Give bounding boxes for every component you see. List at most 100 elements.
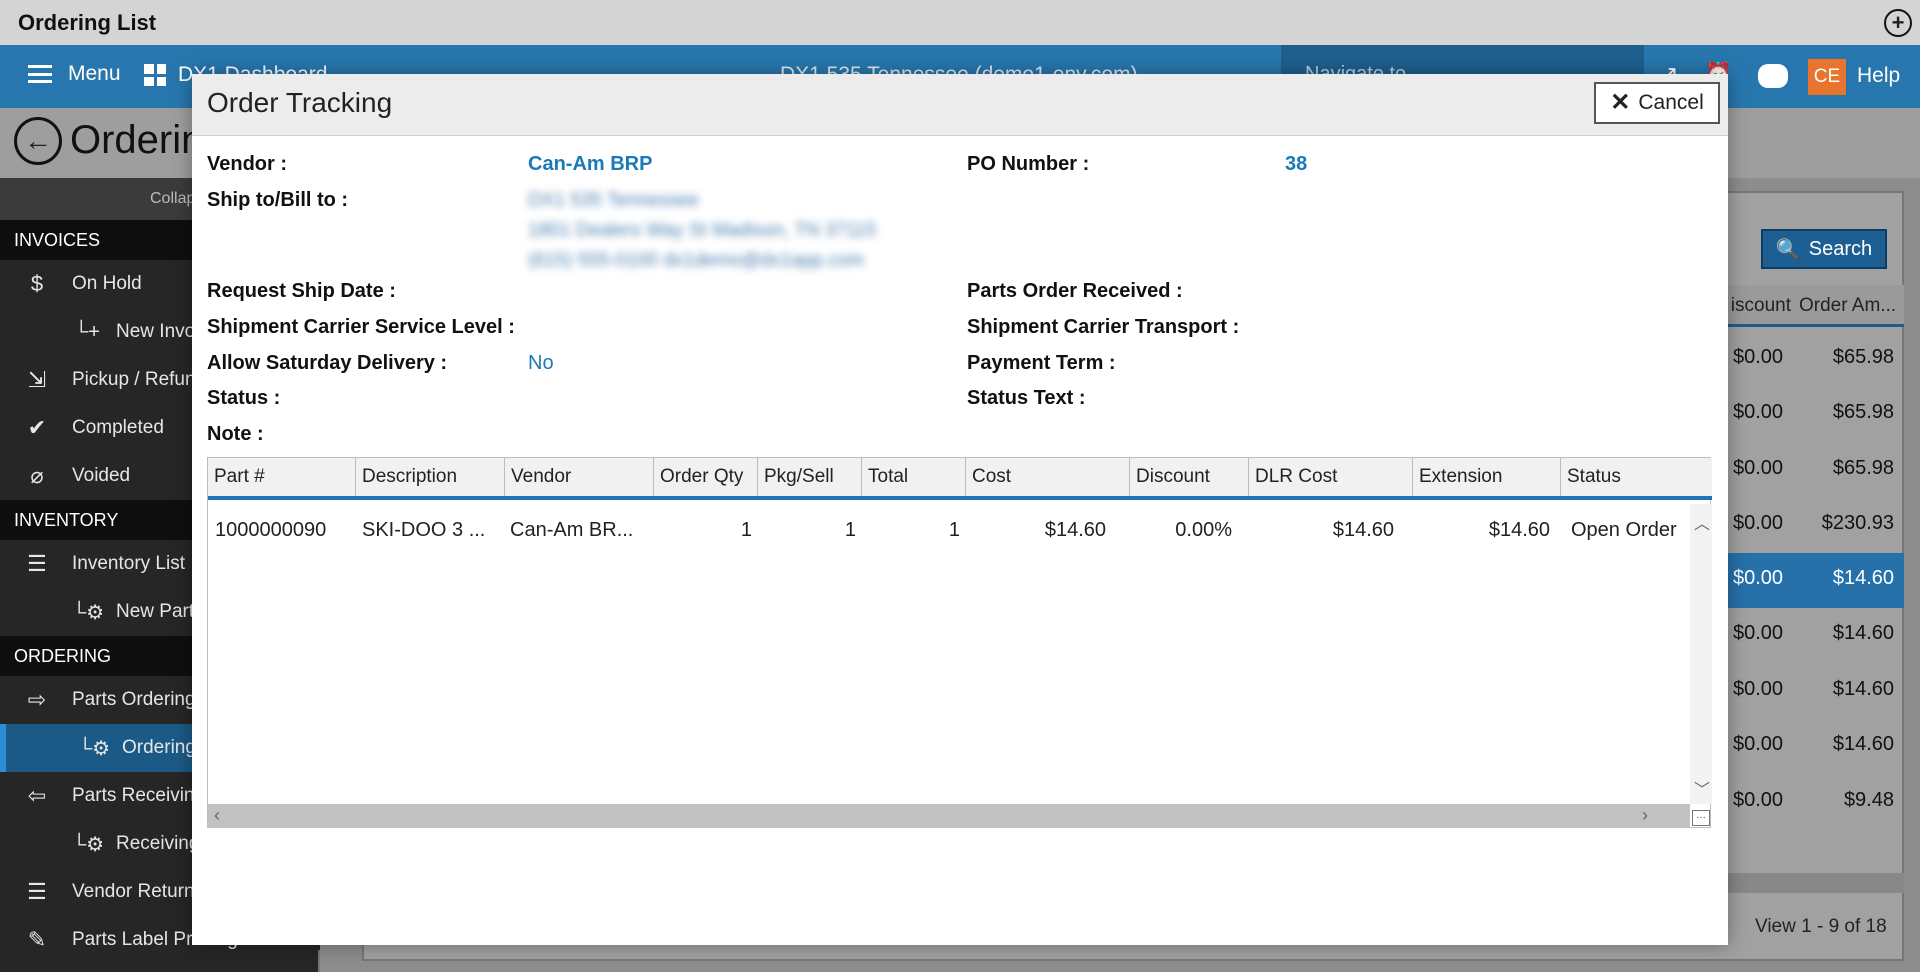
address-line: DX1 535 Tennessee [528,190,699,211]
saturday-delivery-value: No [528,352,554,374]
cell-order-amount: $230.93 [1821,512,1894,534]
column-header-order-qty[interactable]: Order Qty [654,458,758,496]
cell-discount: $0.00 [1733,622,1784,644]
close-icon: ✕ [1610,89,1631,116]
carrier-transport-label: Shipment Carrier Transport : [967,316,1240,338]
cell-order-amount: $14.60 [1832,678,1894,700]
column-header-status[interactable]: Status [1561,458,1712,496]
cell-order-amount: $14.60 [1832,567,1894,589]
grid-header: Part # Description Vendor Order Qty Pkg/… [208,458,1712,500]
avatar[interactable]: CE [1808,59,1846,95]
dollar-icon: $ [30,271,44,296]
cell-discount: $0.00 [1733,789,1784,811]
payment-term-label: Payment Term : [967,352,1116,374]
list-row[interactable]: $0.00 $65.98 [1727,443,1904,498]
sidebar-item-label: Vendor Returns [72,881,205,902]
address-line: (615) 555-0100 dx1demo@dx1app.com [528,250,865,271]
list-row[interactable]: $0.00 $9.48 [1727,775,1904,830]
grid-options-icon[interactable]: … [1692,810,1710,826]
back-arrow-icon[interactable]: ← [14,117,62,165]
status-text-label: Status Text : [967,387,1086,409]
column-header-total[interactable]: Total [862,458,966,496]
gear-icon: └⚙ [72,601,105,624]
note-label: Note : [207,423,264,445]
chat-icon[interactable] [1758,64,1788,88]
sidebar-item-label: Inventory List [72,553,185,574]
list-horizontal-scrollbar[interactable] [1727,873,1904,893]
column-header-vendor[interactable]: Vendor [505,458,654,496]
grid-vertical-scrollbar[interactable]: ︿ ﹀ [1690,504,1712,804]
list-row[interactable]: $0.00 $230.93 [1727,498,1904,553]
add-icon[interactable]: + [1884,9,1912,37]
check-icon: ✔ [27,415,47,440]
cell-discount: $0.00 [1733,512,1784,534]
cancel-button[interactable]: ✕ Cancel [1594,82,1720,124]
vendor-value[interactable]: Can-Am BRP [528,153,652,176]
cell-discount: $0.00 [1733,733,1784,755]
list-row[interactable]: $0.00 $65.98 [1727,332,1904,387]
list-row[interactable]: $0.00 $14.60 [1727,664,1904,719]
help-link[interactable]: Help [1857,64,1900,88]
cell-vendor: Can-Am BR... [510,519,634,541]
cell-discount: $0.00 [1733,678,1784,700]
cell-order-amount: $14.60 [1832,733,1894,755]
cell-order-amount: $65.98 [1832,346,1894,368]
sidebar-item-label: Parts Receiving [72,785,206,806]
column-header-description[interactable]: Description [356,458,505,496]
cell-order-amount: $9.48 [1843,789,1894,811]
request-ship-date-label: Request Ship Date : [207,280,396,302]
ship-to-label: Ship to/Bill to : [207,189,349,211]
cell-extension: $14.60 [1488,519,1550,541]
window-title: Ordering List [18,9,157,35]
column-header-order-amount[interactable]: Order Am... [1799,295,1896,317]
chevron-up-icon[interactable]: ︿ [1694,510,1710,534]
menu-button[interactable]: Menu [28,62,121,86]
ordering-icon: ⇨ [27,687,47,712]
search-button[interactable]: 🔍 Search [1761,229,1887,269]
window-title-bar: Ordering List + [0,0,1920,45]
cell-order-qty: 1 [740,519,752,541]
list-row[interactable]: $0.00 $14.60 [1727,608,1904,663]
cell-cost: $14.60 [1044,519,1106,541]
table-row[interactable]: 1000000090 SKI-DOO 3 ... Can-Am BR... 1 … [208,504,1690,556]
cell-dlr-cost: $14.60 [1332,519,1394,541]
po-number-value: 38 [1285,153,1308,175]
chevron-down-icon[interactable]: ﹀ [1694,776,1710,800]
column-header-part-number[interactable]: Part # [208,458,356,496]
column-header-discount[interactable]: Discount [1130,458,1249,496]
order-tracking-dialog: Order Tracking ✕ Cancel Vendor : Can-Am … [192,74,1728,945]
cell-order-amount: $65.98 [1832,457,1894,479]
chevron-right-icon[interactable]: › [1642,805,1648,826]
dialog-title: Order Tracking [207,87,393,118]
column-header-discount[interactable]: Discount [1731,295,1791,317]
list-row[interactable]: $0.00 $14.60 [1727,553,1904,608]
grid-horizontal-scrollbar[interactable]: ‹ › [208,804,1690,828]
ship-to-address: DX1 535 Tennessee 1801 Dealers Way St Ma… [528,186,928,276]
column-header-pkg-sell[interactable]: Pkg/Sell [758,458,862,496]
carrier-service-level-label: Shipment Carrier Service Level : [207,316,515,338]
cell-order-amount: $14.60 [1832,622,1894,644]
cell-discount: $0.00 [1733,346,1784,368]
list-row[interactable]: $0.00 $65.98 [1727,387,1904,442]
list-row[interactable]: $0.00 $14.60 [1727,719,1904,774]
parts-order-received-label: Parts Order Received : [967,280,1183,302]
cell-discount: 0.00% [1175,519,1232,541]
refund-icon: ⇲ [27,367,47,392]
column-header-dlr-cost[interactable]: DLR Cost [1249,458,1413,496]
cell-discount: $0.00 [1733,457,1784,479]
list-footer: View 1 - 9 of 18 [1727,896,1904,956]
column-header-cost[interactable]: Cost [966,458,1130,496]
search-button-label: Search [1808,237,1873,260]
search-icon: 🔍 [1775,238,1801,261]
menu-label: Menu [68,62,121,85]
cell-total: 1 [948,519,960,541]
cancel-label: Cancel [1638,91,1704,114]
vendor-label: Vendor : [207,153,288,175]
chevron-left-icon[interactable]: ‹ [214,805,220,826]
column-header-extension[interactable]: Extension [1413,458,1561,496]
cell-order-amount: $65.98 [1832,401,1894,423]
order-items-grid: Part # Description Vendor Order Qty Pkg/… [207,457,1712,828]
cell-status: Open Order [1571,519,1677,541]
pager-info: View 1 - 9 of 18 [1755,916,1887,937]
dialog-header: Order Tracking ✕ Cancel [192,74,1728,136]
